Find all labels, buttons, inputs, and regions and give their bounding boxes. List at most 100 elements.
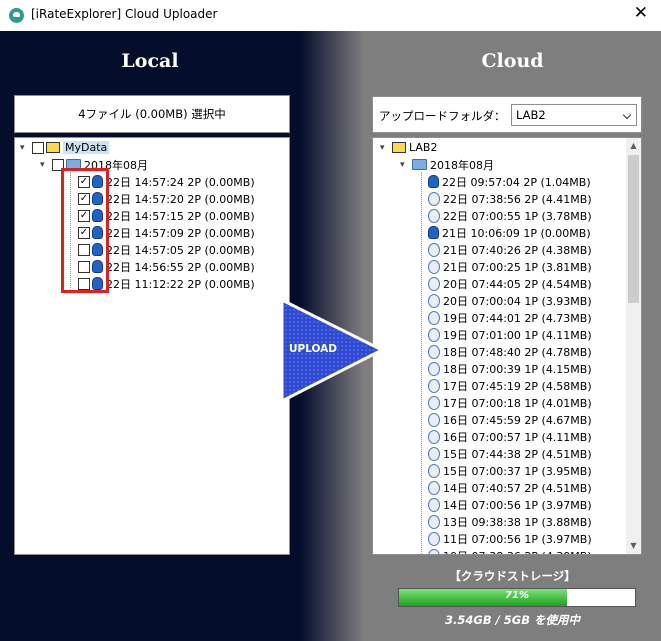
tree-root-label: LAB2 — [409, 141, 438, 154]
file-label: 20日 07:00:04 1P (3.93MB) — [443, 294, 592, 308]
cloud-heading: Cloud — [481, 50, 544, 72]
cloud-file-icon — [428, 429, 440, 444]
chevron-down-icon[interactable]: ▾ — [380, 143, 392, 153]
cloud-file-icon — [428, 327, 440, 342]
list-item[interactable]: 15日 07:00:37 1P (3.95MB) — [428, 462, 592, 479]
chevron-down-icon — [622, 110, 632, 120]
file-label: 14日 07:00:56 1P (3.97MB) — [443, 498, 592, 512]
list-item[interactable]: 17日 07:45:19 2P (4.58MB) — [428, 377, 592, 394]
root-checkbox[interactable] — [32, 141, 44, 154]
file-label: 19日 07:01:00 1P (4.11MB) — [443, 328, 592, 342]
cloud-file-icon — [428, 412, 440, 427]
tree-folder-label: 2018年08月 — [430, 158, 494, 172]
title-bar: [iRateExplorer] Cloud Uploader ✕ — [0, 0, 661, 30]
computer-icon — [392, 142, 406, 153]
list-item[interactable]: 13日 09:38:38 1P (3.88MB) — [428, 513, 592, 530]
file-label: 11日 07:00:56 1P (3.97MB) — [443, 532, 592, 546]
selection-summary-text: 4ファイル (0.00MB) 選択中 — [78, 107, 226, 121]
cloud-file-icon — [428, 344, 440, 359]
file-label: 21日 10:06:09 1P (0.00MB) — [442, 226, 591, 240]
file-label: 18日 07:00:39 1P (4.15MB) — [443, 362, 592, 376]
file-label: 17日 07:00:18 1P (4.01MB) — [443, 396, 592, 410]
scroll-down-icon[interactable]: ▼ — [626, 538, 641, 554]
cloud-file-icon — [428, 497, 440, 512]
cloud-tree-scrollbar[interactable]: ▲ ▼ — [626, 138, 641, 554]
upload-folder-value: LAB2 — [516, 108, 546, 122]
list-item[interactable]: 20日 07:44:05 2P (4.54MB) — [428, 275, 592, 292]
list-item[interactable]: 17日 07:00:18 1P (4.01MB) — [428, 394, 592, 411]
cloud-file-icon — [428, 276, 440, 291]
computer-icon — [46, 142, 60, 153]
list-item[interactable]: 20日 07:00:04 1P (3.93MB) — [428, 292, 592, 309]
file-label: 16日 07:45:59 2P (4.67MB) — [443, 413, 592, 427]
list-item[interactable]: 18日 07:00:39 1P (4.15MB) — [428, 360, 592, 377]
file-label: 20日 07:44:05 2P (4.54MB) — [443, 277, 592, 291]
storage-title: 【クラウドストレージ】 — [449, 569, 576, 583]
list-item[interactable]: 10日 07:38:36 2P (4.30MB) — [428, 547, 592, 554]
file-label: 22日 14:57:05 2P (0.00MB) — [106, 243, 255, 257]
file-label: 22日 14:57:09 2P (0.00MB) — [106, 226, 255, 240]
storage-progress-bar: 71% — [398, 588, 636, 607]
local-tree[interactable]: ▾ MyData ▾ 2018年08月 22日 14:57:24 2P (0.0… — [14, 137, 290, 555]
tree-root-label: MyData — [63, 141, 110, 154]
list-item[interactable]: 16日 07:00:57 1P (4.11MB) — [428, 428, 592, 445]
chevron-down-icon[interactable]: ▾ — [400, 160, 412, 170]
list-item[interactable]: 14日 07:40:57 2P (4.51MB) — [428, 479, 592, 496]
list-item[interactable]: 21日 07:40:26 2P (4.38MB) — [428, 241, 592, 258]
cloud-tree[interactable]: ▾ LAB2 ▾ 2018年08月 22日 09:57:04 2P (1.04M… — [372, 137, 642, 555]
list-item[interactable]: 22日 09:57:04 2P (1.04MB) — [428, 173, 591, 190]
cloud-file-icon — [428, 242, 440, 257]
scroll-up-icon[interactable]: ▲ — [626, 138, 641, 154]
file-label: 19日 07:44:01 2P (4.73MB) — [443, 311, 592, 325]
selection-highlight — [61, 168, 109, 293]
cloud-file-icon — [428, 514, 440, 529]
file-label: 14日 07:40:57 2P (4.51MB) — [443, 481, 592, 495]
list-item[interactable]: 16日 07:45:59 2P (4.67MB) — [428, 411, 592, 428]
file-label: 22日 14:56:55 2P (0.00MB) — [106, 260, 255, 274]
file-label: 22日 11:12:22 2P (0.00MB) — [106, 277, 255, 291]
file-label: 22日 14:57:20 2P (0.00MB) — [106, 192, 255, 206]
list-item[interactable]: 19日 07:44:01 2P (4.73MB) — [428, 309, 592, 326]
cloud-file-icon — [428, 191, 440, 206]
file-label: 22日 14:57:24 2P (0.00MB) — [106, 175, 255, 189]
file-label: 13日 09:38:38 1P (3.88MB) — [443, 515, 592, 529]
file-label: 22日 09:57:04 2P (1.04MB) — [442, 175, 591, 189]
list-item[interactable]: 14日 07:00:56 1P (3.97MB) — [428, 496, 592, 513]
list-item[interactable]: 22日 07:00:55 1P (3.78MB) — [428, 207, 592, 224]
file-label: 21日 07:00:25 1P (3.81MB) — [443, 260, 592, 274]
storage-percent: 71% — [505, 590, 529, 601]
local-heading: Local — [121, 50, 179, 72]
upload-label: UPLOAD — [289, 343, 338, 355]
list-item[interactable]: 11日 07:00:56 1P (3.97MB) — [428, 530, 592, 547]
list-item[interactable]: 15日 07:44:38 2P (4.51MB) — [428, 445, 592, 462]
list-item[interactable]: 21日 07:00:25 1P (3.81MB) — [428, 258, 592, 275]
list-item[interactable]: 21日 10:06:09 1P (0.00MB) — [428, 224, 591, 241]
cloud-file-icon — [428, 361, 440, 376]
list-item[interactable]: 22日 07:38:56 2P (4.41MB) — [428, 190, 592, 207]
file-label: 15日 07:00:37 1P (3.95MB) — [443, 464, 592, 478]
tree-root-local[interactable]: ▾ MyData — [20, 139, 110, 156]
cloud-file-icon — [428, 310, 440, 325]
close-button[interactable]: ✕ — [634, 3, 648, 23]
upload-folder-select[interactable]: LAB2 — [511, 104, 637, 126]
upload-folder-label: アップロードフォルダ： — [379, 109, 506, 123]
cloud-file-icon — [428, 548, 440, 554]
cloud-file-icon — [428, 395, 440, 410]
cloud-file-icon — [428, 463, 440, 478]
tree-folder-cloud[interactable]: ▾ 2018年08月 — [400, 156, 494, 173]
list-item[interactable]: 18日 07:48:40 2P (4.78MB) — [428, 343, 592, 360]
list-item[interactable]: 19日 07:01:00 1P (4.11MB) — [428, 326, 592, 343]
tree-root-cloud[interactable]: ▾ LAB2 — [380, 139, 437, 156]
cloud-file-icon — [428, 259, 440, 274]
scroll-thumb[interactable] — [628, 155, 639, 303]
chevron-down-icon[interactable]: ▾ — [20, 143, 32, 153]
chevron-down-icon[interactable]: ▾ — [40, 160, 52, 170]
upload-folder-bar: アップロードフォルダ： LAB2 — [372, 96, 642, 133]
file-label: 21日 07:40:26 2P (4.38MB) — [443, 243, 592, 257]
storage-usage-text: 3.54GB / 5GB を使用中 — [445, 613, 580, 627]
database-icon — [428, 226, 439, 239]
file-label: 22日 07:38:56 2P (4.41MB) — [443, 192, 592, 206]
folder-icon — [412, 159, 427, 170]
cloud-file-icon — [428, 531, 440, 546]
file-label: 22日 07:00:55 1P (3.78MB) — [443, 209, 592, 223]
